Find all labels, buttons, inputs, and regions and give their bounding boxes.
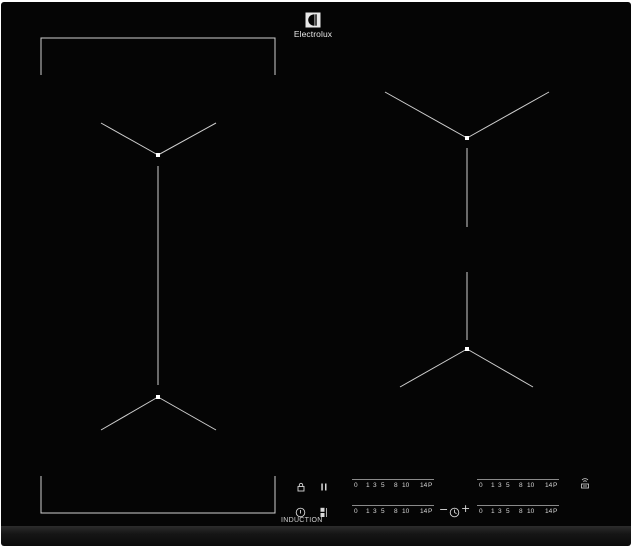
hob2hood-button[interactable] (579, 477, 591, 490)
scale-label: 1 (366, 482, 370, 489)
left-top-zone-line-r (157, 122, 217, 156)
timer-icon (449, 507, 460, 518)
brand-logo: Electrolux (290, 12, 336, 39)
scale-label: 5 (381, 482, 385, 489)
scale-label: 1 (366, 508, 370, 515)
electrolux-logo-icon (305, 12, 321, 28)
power-scale-front-left[interactable]: 0 1 3 5 8 10 14 P (352, 505, 434, 519)
scale-slider-line (477, 479, 559, 480)
right-top-zone-line-r (466, 91, 550, 139)
induction-label: INDUCTION (281, 517, 323, 524)
scale-slider-line (352, 479, 434, 480)
pause-button[interactable] (319, 479, 329, 491)
scale-label: 3 (373, 508, 377, 515)
scale-label: 10 (527, 508, 535, 515)
power-scale-front-right[interactable]: 0 1 3 5 8 10 14 P (477, 505, 559, 519)
right-bottom-zone-line-l (399, 348, 468, 388)
scale-label: 0 (479, 482, 483, 489)
brand-name: Electrolux (293, 29, 333, 39)
scale-label: P (428, 508, 433, 515)
scale-label: P (428, 482, 433, 489)
scale-label: P (553, 482, 558, 489)
right-bottom-zone-center (465, 347, 469, 351)
flexi-zone-bottom-bracket (40, 476, 276, 514)
cooking-zone-markings (40, 37, 550, 514)
scale-label: 5 (506, 508, 510, 515)
bridge-button[interactable] (319, 505, 329, 517)
scale-label: 3 (498, 508, 502, 515)
scale-label: 3 (373, 482, 377, 489)
left-bottom-zone-center (156, 395, 160, 399)
timer-minus-button[interactable]: − (439, 504, 448, 515)
scale-slider-line (352, 505, 434, 506)
scale-label: 0 (354, 482, 358, 489)
left-bottom-zone-line-l (100, 396, 159, 431)
lock-button[interactable] (296, 479, 306, 492)
scale-label: 0 (479, 508, 483, 515)
scale-label: 8 (394, 482, 398, 489)
left-top-zone-center (156, 153, 160, 157)
power-scale-rear-left[interactable]: 0 1 3 5 8 10 14 P (352, 479, 434, 493)
right-bottom-zone-line-r (466, 348, 534, 388)
flexi-zone-top-bracket (40, 37, 276, 75)
pause-icon (321, 483, 327, 491)
scale-label: 0 (354, 508, 358, 515)
timer-button[interactable] (449, 505, 460, 518)
hob2hood-icon (581, 478, 589, 489)
scale-label: 14 (545, 508, 553, 515)
scale-label: 3 (498, 482, 502, 489)
scale-label: 10 (402, 482, 410, 489)
scale-label: 10 (402, 508, 410, 515)
power-button[interactable] (295, 505, 306, 518)
timer-plus-button[interactable]: + (461, 503, 470, 514)
scale-label: 10 (527, 482, 535, 489)
scale-slider-line (477, 505, 559, 506)
left-top-zone-line-l (100, 122, 159, 156)
lock-icon (297, 482, 305, 492)
scale-label: 14 (545, 482, 553, 489)
scale-label: 8 (394, 508, 398, 515)
scale-label: 5 (506, 482, 510, 489)
scale-label: 14 (420, 482, 428, 489)
scale-label: 8 (519, 482, 523, 489)
induction-hob: Electrolux INDUCTION 0 1 3 5 8 10 14 P 0… (0, 0, 632, 548)
right-top-zone-center (465, 136, 469, 140)
scale-label: 1 (491, 482, 495, 489)
scale-label: 14 (420, 508, 428, 515)
left-bottom-zone-line-r (157, 396, 217, 431)
scale-label: 8 (519, 508, 523, 515)
scale-label: 1 (491, 508, 495, 515)
right-top-zone-line-l (384, 91, 468, 139)
scale-label: P (553, 508, 558, 515)
scale-label: 5 (381, 508, 385, 515)
power-scale-rear-right[interactable]: 0 1 3 5 8 10 14 P (477, 479, 559, 493)
